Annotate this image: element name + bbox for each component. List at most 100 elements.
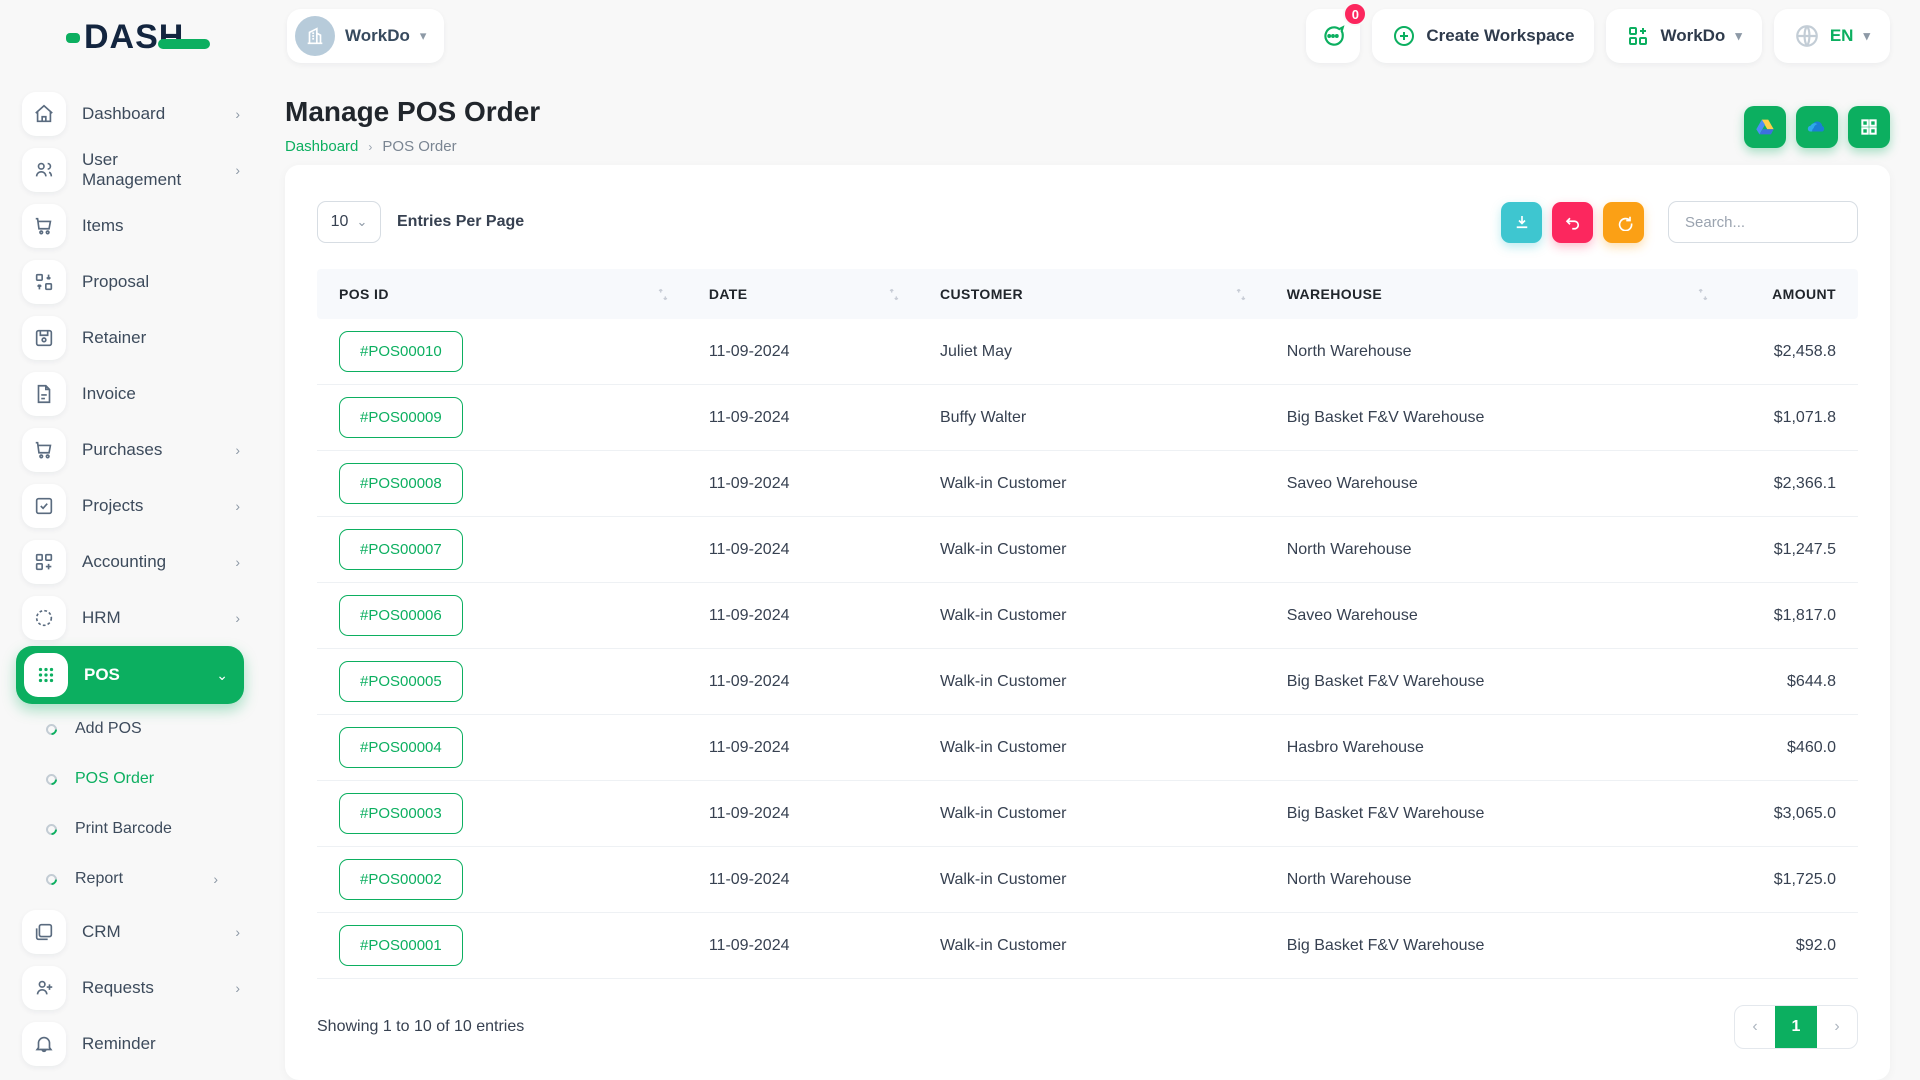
google-drive-button[interactable] [1744,106,1786,148]
sidebar-item-proposal[interactable]: Proposal [0,254,260,310]
dash-logo[interactable]: DASH [66,18,210,57]
warehouse-cell: Big Basket F&V Warehouse [1265,805,1727,823]
column-header-pos-id[interactable]: POS ID [317,286,687,302]
table-row: #POS00007 11-09-2024 Walk-in Customer No… [317,517,1858,583]
entries-per-page-select[interactable]: 10 ⌄ [317,201,381,243]
grid-view-button[interactable] [1848,106,1890,148]
sidebar-item-hrm[interactable]: HRM › [0,590,260,646]
pos-id-badge[interactable]: #POS00004 [339,727,463,768]
breadcrumb-current: POS Order [382,138,456,155]
search-input[interactable] [1668,201,1858,243]
pagination-prev-button[interactable]: ‹ [1735,1006,1775,1048]
workspace-selector[interactable]: WorkDo ▾ [287,9,444,63]
table-row: #POS00005 11-09-2024 Walk-in Customer Bi… [317,649,1858,715]
warehouse-cell: Saveo Warehouse [1265,475,1727,493]
grid-icon [1859,117,1879,137]
column-header-amount[interactable]: AMOUNT [1727,286,1858,302]
create-workspace-label: Create Workspace [1426,26,1574,46]
sidebar-item-reminder[interactable]: Reminder [0,1016,260,1072]
sidebar-item-crm[interactable]: CRM › [0,904,260,960]
pagination-next-button[interactable]: › [1817,1006,1857,1048]
sidebar-item-retainer[interactable]: Retainer [0,310,260,366]
customer-cell: Walk-in Customer [918,937,1265,955]
pos-id-badge[interactable]: #POS00007 [339,529,463,570]
export-button[interactable] [1501,202,1542,243]
amount-cell: $92.0 [1727,937,1858,955]
table-row: #POS00008 11-09-2024 Walk-in Customer Sa… [317,451,1858,517]
pos-id-badge[interactable]: #POS00010 [339,331,463,372]
chevron-right-icon: › [235,498,240,514]
column-header-customer[interactable]: CUSTOMER [918,286,1265,302]
pos-id-badge[interactable]: #POS00008 [339,463,463,504]
sidebar-item-purchases[interactable]: Purchases › [0,422,260,478]
pos-id-badge[interactable]: #POS00002 [339,859,463,900]
amount-cell: $1,071.8 [1727,409,1858,427]
chevron-right-icon: › [235,980,240,996]
column-header-date[interactable]: DATE [687,286,918,302]
refresh-button[interactable] [1603,202,1644,243]
amount-cell: $644.8 [1727,673,1858,691]
pos-id-badge[interactable]: #POS00005 [339,661,463,702]
create-workspace-button[interactable]: Create Workspace [1372,9,1594,63]
workspace-switcher[interactable]: WorkDo ▾ [1606,9,1761,63]
table-row: #POS00001 11-09-2024 Walk-in Customer Bi… [317,913,1858,979]
sidebar-subitem-print-barcode[interactable]: Print Barcode [0,804,260,854]
chevron-right-icon: › [235,162,240,178]
bullet-icon [44,871,60,887]
showing-entries-text: Showing 1 to 10 of 10 entries [317,1018,524,1036]
messages-button[interactable]: 0 [1306,9,1360,63]
user-plus-icon [22,966,66,1010]
sort-icon [1235,288,1247,301]
amount-cell: $1,247.5 [1727,541,1858,559]
amount-cell: $1,725.0 [1727,871,1858,889]
pos-id-badge[interactable]: #POS00009 [339,397,463,438]
logo-text: DASH [84,18,184,57]
table-row: #POS00003 11-09-2024 Walk-in Customer Bi… [317,781,1858,847]
warehouse-cell: Saveo Warehouse [1265,607,1727,625]
customer-cell: Buffy Walter [918,409,1265,427]
plus-circle-icon [1392,24,1416,48]
file-icon [22,372,66,416]
warehouse-cell: North Warehouse [1265,541,1727,559]
pos-order-table: POS ID DATE CUSTOMER WAREHOUSE AMOUNT #P… [317,269,1858,979]
language-selector[interactable]: EN ▾ [1774,9,1890,63]
undo-button[interactable] [1552,202,1593,243]
bullet-icon [44,821,60,837]
sidebar-item-accounting[interactable]: Accounting › [0,534,260,590]
sidebar-item-dashboard[interactable]: Dashboard › [0,86,260,142]
sidebar-item-invoice[interactable]: Invoice [0,366,260,422]
download-icon [1513,213,1531,231]
sidebar-item-user-management[interactable]: User Management › [0,142,260,198]
onedrive-button[interactable] [1796,106,1838,148]
customer-cell: Walk-in Customer [918,871,1265,889]
customer-cell: Walk-in Customer [918,673,1265,691]
chevron-right-icon: › [235,442,240,458]
sidebar-item-projects[interactable]: Projects › [0,478,260,534]
pos-id-badge[interactable]: #POS00001 [339,925,463,966]
pagination-page-1[interactable]: 1 [1775,1006,1817,1048]
warehouse-cell: Big Basket F&V Warehouse [1265,409,1727,427]
logo-accent-bar [158,39,210,49]
building-icon [304,25,326,47]
workspace-switcher-label: WorkDo [1660,26,1725,46]
sidebar-subitem-add-pos[interactable]: Add POS [0,704,260,754]
chevron-right-icon: › [235,924,240,940]
pos-id-badge[interactable]: #POS00003 [339,793,463,834]
amount-cell: $3,065.0 [1727,805,1858,823]
sidebar-item-requests[interactable]: Requests › [0,960,260,1016]
sidebar-item-pos[interactable]: POS ⌄ [16,646,244,704]
breadcrumb-dashboard-link[interactable]: Dashboard [285,138,358,155]
warehouse-cell: Big Basket F&V Warehouse [1265,937,1727,955]
sort-icon [657,288,669,301]
customer-cell: Walk-in Customer [918,475,1265,493]
table-row: #POS00006 11-09-2024 Walk-in Customer Sa… [317,583,1858,649]
date-cell: 11-09-2024 [687,805,918,823]
sort-icon [888,288,900,301]
warehouse-cell: North Warehouse [1265,343,1727,361]
sidebar-item-items[interactable]: Items [0,198,260,254]
sidebar-subitem-pos-order[interactable]: POS Order [0,754,260,804]
sidebar-subitem-report[interactable]: Report › [0,854,260,904]
column-header-warehouse[interactable]: WAREHOUSE [1265,286,1727,302]
amount-cell: $2,458.8 [1727,343,1858,361]
pos-id-badge[interactable]: #POS00006 [339,595,463,636]
